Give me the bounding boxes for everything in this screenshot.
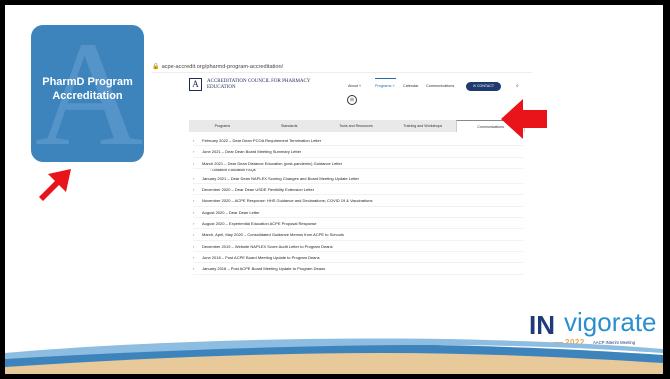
- letter-title: March 2021 – Dear Dean Distance Educatio…: [202, 160, 343, 166]
- chevron-right-icon: ›: [193, 266, 195, 272]
- letter-title: June 2018 – Post ACPE Board Meeting Upda…: [202, 254, 320, 260]
- chevron-right-icon: ›: [193, 187, 195, 193]
- letter-link[interactable]: › December 2019 – Website NAPLEX Score Au…: [193, 241, 523, 252]
- red-arrow-up-right-icon: [39, 169, 71, 201]
- red-arrow-left-icon: [501, 99, 547, 139]
- letter-link[interactable]: › December 2020 – Dear Dean USDE Flexibil…: [193, 184, 523, 196]
- letter-link[interactable]: › August 2020 – Dear Dean Letter: [193, 207, 523, 219]
- letter-title: August 2020 – Experiential Education ACP…: [202, 221, 317, 227]
- org-name: ACCREDITATION COUNCIL FOR PHARMACY EDUCA…: [207, 79, 311, 90]
- website-screenshot: A ACCREDITATION COUNCIL FOR PHARMACY EDU…: [176, 75, 538, 320]
- nav-communications[interactable]: Communications: [426, 84, 454, 88]
- nav-calendar[interactable]: Calendar: [403, 84, 418, 88]
- chevron-right-icon: ›: [193, 149, 195, 155]
- letter-title: August 2020 – Dear Dean Letter: [202, 209, 260, 215]
- chevron-right-icon: ›: [193, 209, 195, 215]
- nav-about[interactable]: About ˅: [348, 84, 361, 88]
- letter-title: June 2021 – Dear Dean Board Meeting Summ…: [202, 149, 302, 155]
- slide: A PharmD Program Accreditation 🔒 acpe-ac…: [5, 5, 663, 374]
- letter-link[interactable]: › January 2018 – Post ACPE Board Meeting …: [193, 263, 523, 275]
- letter-title: February 2022 – Dear Dean PCOA Requireme…: [202, 138, 322, 143]
- chevron-right-icon: ›: [193, 254, 195, 260]
- tab-programs[interactable]: Programs: [189, 120, 256, 132]
- letter-link[interactable]: › June 2018 – Post ACPE Board Meeting Upd…: [193, 252, 523, 264]
- nav-programs[interactable]: Programs ˅: [375, 84, 395, 88]
- search-icon[interactable]: ⌕: [516, 83, 519, 89]
- letter-link[interactable]: › November 2020 – ACPE Response: HHS Guid…: [193, 195, 523, 207]
- letter-link[interactable]: › March 2021 – Dear Dean Distance Educati…: [193, 158, 523, 169]
- letter-title: November 2020 – ACPE Response: HHS Guida…: [202, 198, 373, 204]
- contact-button[interactable]: ✉ CONTACT: [466, 82, 501, 91]
- scroll-down-circle-icon[interactable]: ⊖: [347, 95, 357, 105]
- chevron-right-icon: ›: [193, 138, 195, 143]
- letter-link[interactable]: › January 2021 – Dear Dean NAPLEX Scoring…: [193, 173, 523, 185]
- letters-list: › February 2022 – Dear Dean PCOA Requirem…: [193, 135, 523, 275]
- chevron-right-icon: ›: [193, 243, 195, 249]
- letter-title: December 2020 – Dear Dean USDE Flexibili…: [202, 187, 315, 193]
- letter-link[interactable]: › June 2021 – Dear Dean Board Meeting Sum…: [193, 146, 523, 158]
- chevron-right-icon: ›: [193, 232, 195, 238]
- acpe-logo-icon[interactable]: A: [189, 78, 202, 91]
- letter-title: January 2018 – Post ACPE Board Meeting U…: [202, 266, 326, 272]
- letter-title: March, April, May 2020 – Consolidated Gu…: [202, 232, 344, 238]
- section-tabs: Programs Standards Tools and Resources Trai…: [189, 120, 525, 132]
- letter-link[interactable]: › February 2022 – Dear Dean PCOA Requirem…: [193, 135, 523, 147]
- letter-link[interactable]: › August 2020 – Experiential Education AC…: [193, 218, 523, 230]
- site-header: A ACCREDITATION COUNCIL FOR PHARMACY EDU…: [176, 75, 538, 95]
- tab-training-and-workshops[interactable]: Training and Workshops: [389, 120, 456, 132]
- lock-icon: 🔒: [152, 64, 160, 70]
- nav-active-underline: [375, 78, 396, 79]
- chevron-right-icon: ›: [193, 175, 195, 181]
- chevron-right-icon: ›: [193, 198, 195, 204]
- letter-title: December 2019 – Website NAPLEX Score Aud…: [202, 243, 333, 249]
- chevron-right-icon: ›: [193, 221, 195, 227]
- url-text: acpe-accredit.org/pharmd-program-accredi…: [161, 64, 284, 70]
- chevron-right-icon: ›: [193, 160, 195, 166]
- letter-title: January 2021 – Dear Dean NAPLEX Scoring …: [202, 175, 359, 181]
- letter-link[interactable]: › March, April, May 2020 – Consolidated G…: [193, 229, 523, 241]
- tab-tools-and-resources[interactable]: Tools and Resources: [323, 120, 390, 132]
- tile-label: PharmD Program Accreditation: [42, 76, 133, 102]
- pharmd-accreditation-tile[interactable]: A PharmD Program Accreditation: [31, 25, 144, 162]
- browser-url-bar[interactable]: 🔒 acpe-accredit.org/pharmd-program-accre…: [152, 61, 532, 73]
- tab-standards[interactable]: Standards: [256, 120, 323, 132]
- bottom-wave-decoration: [5, 338, 663, 374]
